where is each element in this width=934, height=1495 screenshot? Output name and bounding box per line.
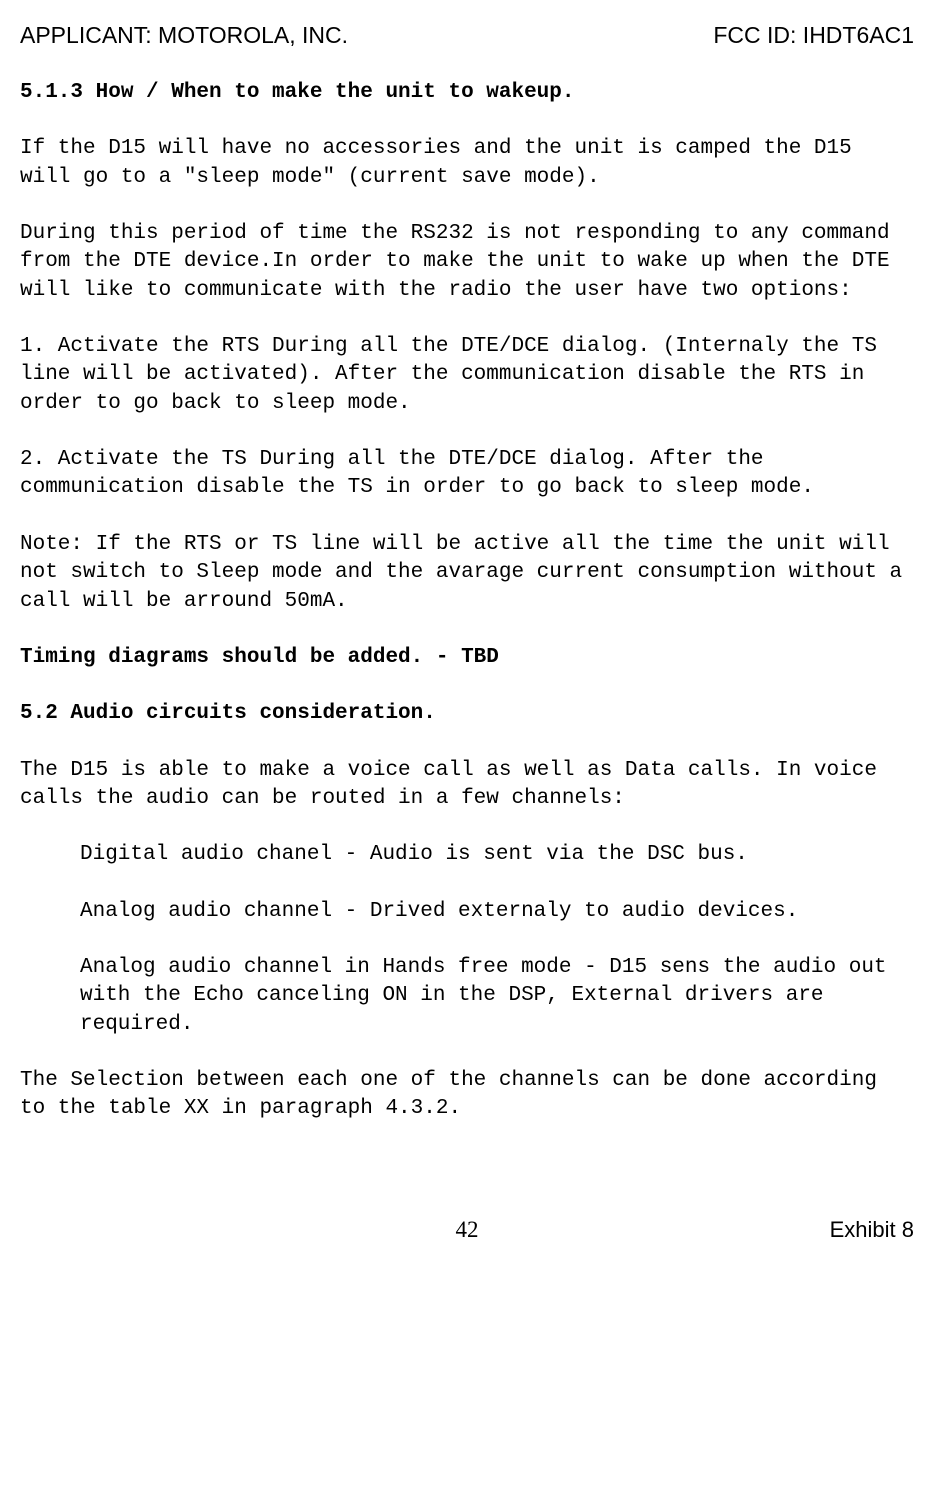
body-paragraph: 1. Activate the RTS During all the DTE/D… — [20, 333, 914, 418]
fcc-id: FCC ID: IHDT6AC1 — [713, 20, 914, 51]
body-paragraph: The D15 is able to make a voice call as … — [20, 757, 914, 814]
exhibit-label: Exhibit 8 — [619, 1215, 914, 1245]
body-paragraph: During this period of time the RS232 is … — [20, 220, 914, 305]
page-header: APPLICANT: MOTOROLA, INC. FCC ID: IHDT6A… — [20, 20, 914, 51]
section-5-1-3-heading: 5.1.3 How / When to make the unit to wak… — [20, 79, 914, 107]
body-paragraph: 2. Activate the TS During all the DTE/DC… — [20, 446, 914, 503]
list-item: Digital audio chanel - Audio is sent via… — [80, 841, 914, 869]
audio-channel-list: Digital audio chanel - Audio is sent via… — [80, 841, 914, 1039]
applicant-label: APPLICANT: MOTOROLA, INC. — [20, 20, 348, 51]
list-item: Analog audio channel in Hands free mode … — [80, 954, 914, 1039]
body-paragraph: Note: If the RTS or TS line will be acti… — [20, 531, 914, 616]
body-paragraph: If the D15 will have no accessories and … — [20, 135, 914, 192]
list-item: Analog audio channel - Drived externaly … — [80, 898, 914, 926]
section-5-2-heading: 5.2 Audio circuits consideration. — [20, 700, 914, 728]
body-paragraph: The Selection between each one of the ch… — [20, 1067, 914, 1124]
page-number: 42 — [319, 1214, 614, 1245]
timing-tbd-note: Timing diagrams should be added. - TBD — [20, 644, 914, 672]
page-footer: 42 Exhibit 8 — [20, 1214, 914, 1245]
